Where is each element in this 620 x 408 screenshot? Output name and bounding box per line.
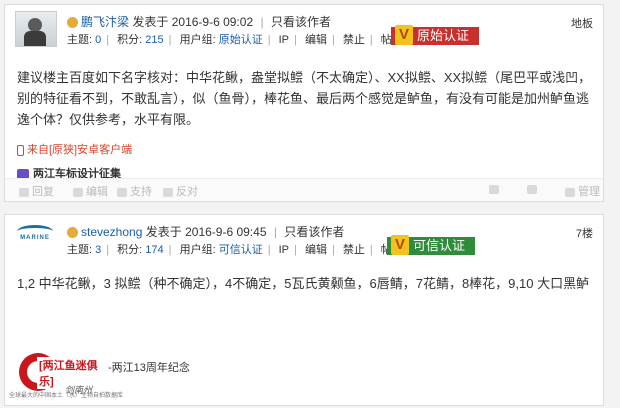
posted-prefix: 发表于 xyxy=(132,15,169,29)
post-actions: 回复 编辑 支持 反对 管理 xyxy=(5,178,603,201)
v-badge-icon: V xyxy=(395,25,413,45)
v-badge-icon: V xyxy=(391,235,409,255)
user-stats: 主题: 3| 积分: 174| 用户组: 可信认证| IP| 编辑| 禁止| 帖… xyxy=(67,241,441,257)
stat-label: 主题: xyxy=(67,34,93,46)
user-icon xyxy=(67,227,78,239)
stat-threads[interactable]: 3 xyxy=(95,244,101,256)
report-icon xyxy=(527,184,537,194)
stat-label: 积分: xyxy=(117,244,143,256)
post-2: MARINE stevezhong 发表于 2016-9-6 09:45 | 只… xyxy=(4,214,604,406)
rate-button[interactable] xyxy=(489,183,502,195)
source-link[interactable]: 来自[原狭]安卓客户端 xyxy=(17,141,132,157)
menu-ban[interactable]: 禁止 xyxy=(343,244,365,256)
stat-points: 174 xyxy=(145,244,164,256)
posted-time: 2016-9-6 09:02 xyxy=(171,15,254,29)
view-author-link[interactable]: 只看该作者 xyxy=(271,15,331,29)
posted-prefix: 发表于 xyxy=(145,225,182,239)
support-label: 支持 xyxy=(130,186,152,198)
reply-button[interactable]: 回复 xyxy=(19,183,54,199)
avatar-text: MARINE xyxy=(20,235,50,241)
floor-label[interactable]: 7楼 xyxy=(576,225,593,241)
edit-icon xyxy=(73,187,83,197)
phone-icon xyxy=(17,144,24,156)
thumbs-up-icon xyxy=(117,187,127,197)
username-link[interactable]: stevezhong xyxy=(81,225,142,239)
post-1: 鹏飞汴梁 发表于 2016-9-6 09:02 | 只看该作者 地板 主题: 0… xyxy=(4,4,604,202)
menu-ip[interactable]: IP xyxy=(279,34,289,46)
menu-edit[interactable]: 编辑 xyxy=(305,244,327,256)
reply-icon xyxy=(19,187,29,197)
stat-label: 积分: xyxy=(117,34,143,46)
edit-label: 编辑 xyxy=(86,186,108,198)
post-header: 鹏飞汴梁 发表于 2016-9-6 09:02 | 只看该作者 地板 主题: 0… xyxy=(5,5,603,47)
thumbs-down-icon xyxy=(163,187,173,197)
source-text: 来自[原狭]安卓客户端 xyxy=(27,144,133,156)
avatar[interactable] xyxy=(15,11,57,47)
floor-label[interactable]: 地板 xyxy=(571,15,593,31)
stat-group[interactable]: 可信认证 xyxy=(219,244,263,256)
signature-tagline: 全球最大的中国本土（水）生物自拍数据库 xyxy=(9,393,124,399)
edit-button[interactable]: 编辑 xyxy=(73,183,108,199)
stat-group[interactable]: 原始认证 xyxy=(219,34,263,46)
stat-label: 主题: xyxy=(67,244,93,256)
manage-button[interactable]: 管理 xyxy=(565,183,600,199)
manage-label: 管理 xyxy=(578,186,600,198)
stat-threads[interactable]: 0 xyxy=(95,34,101,46)
oppose-button[interactable]: 反对 xyxy=(163,183,198,199)
support-button[interactable]: 支持 xyxy=(117,183,152,199)
username-link[interactable]: 鹏飞汴梁 xyxy=(81,15,129,29)
stat-label: 用户组: xyxy=(179,244,216,256)
avatar[interactable]: MARINE xyxy=(15,221,55,255)
stat-label: 用户组: xyxy=(179,34,216,46)
post-header: MARINE stevezhong 发表于 2016-9-6 09:45 | 只… xyxy=(5,215,603,257)
post-content: 1,2 中华花鳅，3 拟鲿（种不确定），4不确定，5瓦氏黄颡鱼，6唇鲭，7花鲭，… xyxy=(17,276,590,291)
menu-edit[interactable]: 编辑 xyxy=(305,34,327,46)
verified-badge: V 原始认证 xyxy=(391,25,480,45)
posted-time: 2016-9-6 09:45 xyxy=(185,225,267,239)
user-icon xyxy=(67,17,78,29)
menu-ip[interactable]: IP xyxy=(279,244,289,256)
post-content: 建议楼主百度如下名字核对：中华花鳅，盎堂拟鲿（不太确定）、XX拟鲿、XX拟鲿（尾… xyxy=(17,70,592,127)
reply-label: 回复 xyxy=(32,186,54,198)
view-author-link[interactable]: 只看该作者 xyxy=(284,225,344,239)
menu-ban[interactable]: 禁止 xyxy=(343,34,365,46)
user-stats: 主题: 0| 积分: 215| 用户组: 原始认证| IP| 编辑| 禁止| 帖… xyxy=(67,31,441,47)
badge-text: 原始认证 xyxy=(417,28,470,43)
badge-text: 可信认证 xyxy=(413,238,466,253)
post-meta-line: 鹏飞汴梁 发表于 2016-9-6 09:02 | 只看该作者 xyxy=(67,13,331,30)
signature-anniversary: -两江13周年纪念 xyxy=(108,362,190,374)
oppose-label: 反对 xyxy=(176,186,198,198)
stat-points: 215 xyxy=(145,34,164,46)
verified-badge: V 可信认证 xyxy=(387,235,476,255)
rate-icon xyxy=(489,184,499,194)
manage-icon xyxy=(565,187,575,197)
post-meta-line: stevezhong 发表于 2016-9-6 09:45 | 只看该作者 xyxy=(67,223,344,240)
report-button[interactable] xyxy=(527,183,540,195)
